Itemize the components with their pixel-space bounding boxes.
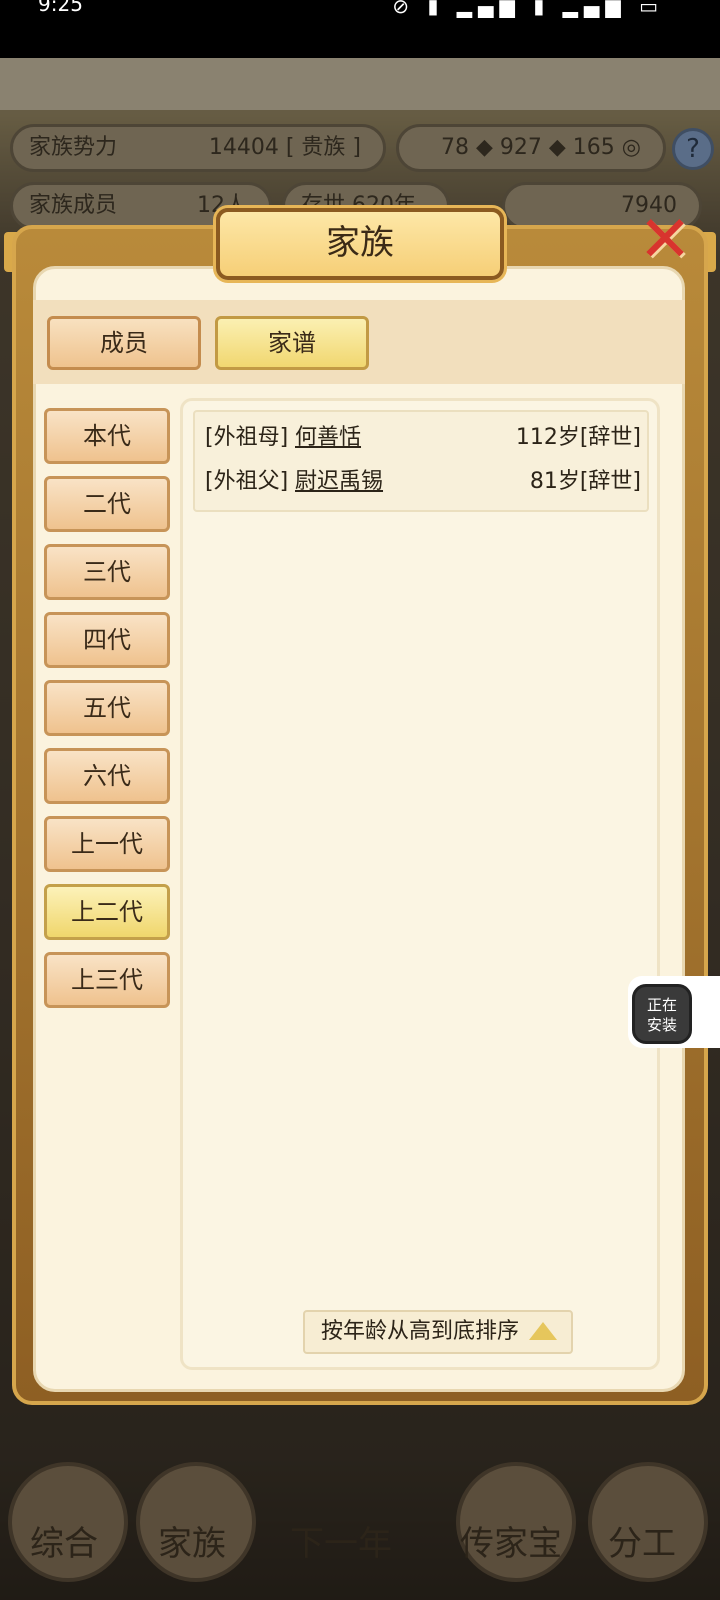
status-time: 9:25 <box>38 0 83 16</box>
tab-members[interactable]: 成员 <box>47 316 201 370</box>
close-button[interactable]: ✕ <box>630 205 700 279</box>
gen-current[interactable]: 本代 <box>44 408 170 464</box>
help-button[interactable]: ? <box>672 128 714 170</box>
nav-division[interactable]: 分工 <box>608 1516 676 1565</box>
family-tree-panel <box>180 398 660 1370</box>
gen-up-one[interactable]: 上一代 <box>44 816 170 872</box>
currency-stat: 78 ◆ 927 ◆ 165 ◎ <box>396 124 666 172</box>
gen-up-two[interactable]: 上二代 <box>44 884 170 940</box>
record-age: 112岁[辞世] <box>515 425 641 450</box>
gen-second[interactable]: 二代 <box>44 476 170 532</box>
record-name-link[interactable]: 何善恬 <box>295 420 361 456</box>
record-role: [外祖母] <box>205 425 289 450</box>
sort-label: 按年龄从高到底排序 <box>321 1319 520 1344</box>
gen-fifth[interactable]: 五代 <box>44 680 170 736</box>
record-age: 81岁[辞世] <box>529 469 641 494</box>
dialog-title: 家族 <box>216 208 504 280</box>
gen-fourth[interactable]: 四代 <box>44 612 170 668</box>
record-role: [外祖父] <box>205 469 289 494</box>
family-power-stat: 家族势力 14404 [ 贵族 ] <box>10 124 386 172</box>
installing-label-1: 正在 <box>646 996 677 1014</box>
record-name-link[interactable]: 尉迟禹锡 <box>295 464 383 500</box>
status-bar: 9:25 ⊘ ▮ ▂▄▆ ▮ ▂▄▆ ▭ <box>0 0 720 58</box>
game-header-band <box>0 58 720 110</box>
gen-sixth[interactable]: 六代 <box>44 748 170 804</box>
nav-next-year[interactable]: 下一年 <box>290 1516 392 1565</box>
installing-icon[interactable]: 正在 安装 <box>632 984 692 1044</box>
nav-family[interactable]: 家族 <box>158 1516 226 1565</box>
list-item: [外祖父] 尉迟禹锡 81岁[辞世] <box>205 464 641 500</box>
status-icons: ⊘ ▮ ▂▄▆ ▮ ▂▄▆ ▭ <box>392 0 664 18</box>
currency-values: 78 ◆ 927 ◆ 165 ◎ <box>441 135 641 160</box>
record-list: [外祖母] 何善恬 112岁[辞世] [外祖父] 尉迟禹锡 81岁[辞世] <box>193 410 649 512</box>
stat-value: 14404 [ 贵族 ] <box>208 135 361 160</box>
stat-label: 家族势力 <box>29 135 118 160</box>
triangle-up-icon <box>529 1322 557 1340</box>
list-item: [外祖母] 何善恬 112岁[辞世] <box>205 420 641 456</box>
nav-heirloom[interactable]: 传家宝 <box>460 1516 562 1565</box>
nav-summary[interactable]: 综合 <box>30 1516 98 1565</box>
stat-label: 家族成员 <box>29 193 118 218</box>
tab-family-tree[interactable]: 家谱 <box>215 316 369 370</box>
gen-third[interactable]: 三代 <box>44 544 170 600</box>
installing-label-2: 安装 <box>646 1016 677 1034</box>
gen-up-three[interactable]: 上三代 <box>44 952 170 1008</box>
sort-button[interactable]: 按年龄从高到底排序 <box>303 1310 573 1354</box>
